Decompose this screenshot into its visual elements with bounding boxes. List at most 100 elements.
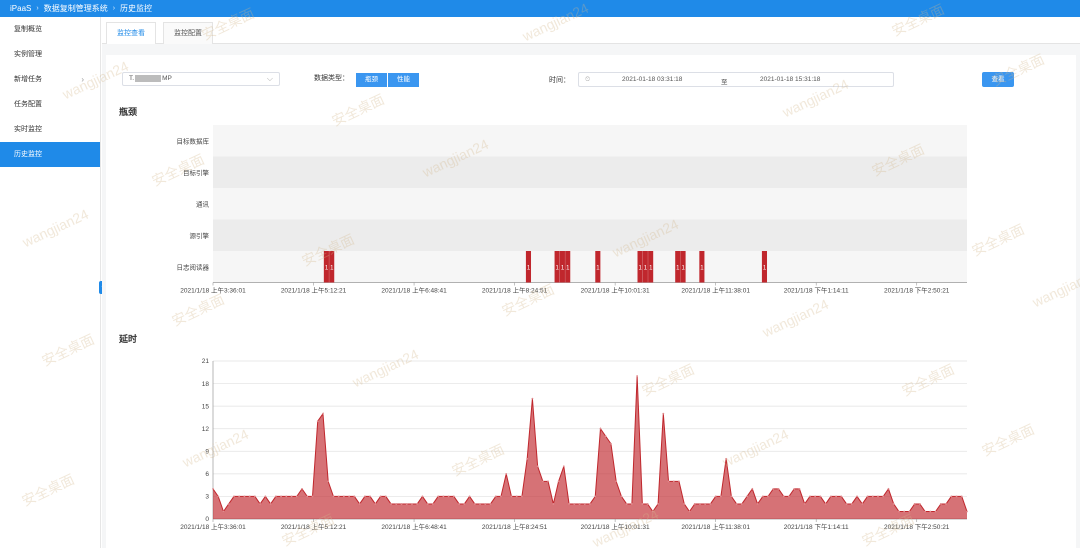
latency-data-point [343, 495, 345, 498]
latency-data-point [384, 495, 387, 498]
sidebar-item-label: 任务配置 [14, 101, 42, 108]
latency-y-tick-label: 9 [205, 448, 209, 455]
latency-data-point [913, 503, 916, 505]
latency-data-point [316, 420, 319, 423]
chevron-down-icon: ⌵ [266, 74, 273, 83]
latency-data-point [767, 495, 769, 498]
sidebar-item-history-monitor[interactable]: 历史监控 [0, 142, 100, 167]
latency-data-point [437, 495, 440, 498]
latency-data-point [494, 495, 497, 498]
sidebar-item-label: 历史监控 [14, 151, 42, 158]
latency-data-point [845, 503, 848, 505]
tab-bar: 监控查看 监控配置 [102, 17, 1080, 44]
bottleneck-type-button[interactable]: 瓶颈 [356, 73, 387, 87]
instance-select-prefix: T. [129, 75, 135, 82]
sidebar-item-realtime-monitor[interactable]: 实时监控 [0, 117, 100, 142]
latency-y-tick-label: 12 [202, 426, 210, 433]
latency-area-chart: 0 3 6 9 12 15 18 21 2021/1/18 上午3:36:01 2021/1/18… [180, 358, 968, 531]
latency-data-point [536, 465, 539, 468]
date-range-picker[interactable]: ⏲ 2021-01-18 03:31:18 至 2021-01-18 15:31… [578, 72, 894, 87]
sidebar-nav: 复制概览 实例管理 新增任务 › 任务配置 实时监控 历史监控 [0, 17, 101, 548]
latency-data-point [390, 503, 392, 505]
sidebar-item-new-task[interactable]: 新增任务 › [0, 67, 100, 92]
breadcrumb-separator-icon: › [36, 5, 39, 12]
latency-data-point [531, 397, 534, 400]
latency-data-point [861, 503, 864, 505]
latency-data-point [788, 495, 790, 498]
heatmap-row-band [213, 125, 967, 157]
sidebar-item-overview[interactable]: 复制概览 [0, 17, 100, 42]
latency-data-point [693, 503, 696, 505]
latency-data-point [405, 503, 408, 505]
latency-data-point [280, 495, 282, 498]
latency-y-tick-label: 21 [202, 358, 210, 365]
brand-label[interactable]: iPaaS [10, 4, 31, 13]
latency-x-tick-label: 2021/1/18 上午11:38:01 [681, 522, 750, 531]
latency-data-point [630, 503, 633, 505]
latency-data-point [850, 503, 853, 505]
latency-x-tick-label: 2021/1/18 下午1:14:11 [784, 522, 849, 531]
latency-x-tick-label: 2021/1/18 上午6:48:41 [381, 522, 447, 531]
tab-monitor-config[interactable]: 监控配置 [163, 22, 213, 44]
latency-data-point [892, 503, 895, 505]
latency-data-point [238, 495, 241, 498]
latency-data-point [521, 495, 523, 498]
latency-data-point [290, 495, 293, 498]
end-time-input[interactable]: 2021-01-18 15:31:18 [760, 76, 820, 83]
latency-data-point [379, 495, 382, 498]
latency-data-point [212, 488, 214, 490]
instance-select-suffix: MP [162, 75, 172, 82]
tab-monitor-view[interactable]: 监控查看 [106, 22, 156, 44]
heatmap-category-label: 目标数据库 [177, 136, 210, 145]
performance-type-button[interactable]: 性能 [388, 73, 419, 87]
sidebar-item-instances[interactable]: 实例管理 [0, 42, 100, 67]
latency-y-tick-label: 3 [205, 494, 209, 501]
sidebar-item-task-config[interactable]: 任务配置 [0, 92, 100, 117]
latency-data-point [840, 495, 843, 498]
latency-data-point [887, 488, 890, 490]
latency-data-point [746, 495, 748, 498]
start-time-input[interactable]: 2021-01-18 03:31:18 [622, 76, 682, 83]
latency-data-point [735, 503, 738, 505]
latency-data-point [547, 480, 550, 483]
latency-data-point [510, 495, 513, 498]
latency-data-point [227, 503, 230, 505]
sidebar-item-label: 新增任务 [14, 76, 42, 83]
latency-data-point [903, 510, 906, 513]
latency-data-point [761, 495, 764, 498]
latency-data-point [898, 510, 900, 513]
latency-x-tick-label: 2021/1/18 上午5:12:21 [281, 522, 347, 531]
latency-data-point [960, 495, 963, 498]
instance-select[interactable]: T. MP ⌵ [122, 72, 280, 86]
heatmap-x-tick-label: 2021/1/18 上午6:48:41 [381, 286, 447, 295]
heatmap-x-tick-label: 2021/1/18 上午8:24:51 [482, 286, 548, 295]
latency-data-point [253, 495, 256, 498]
latency-data-point [751, 488, 754, 490]
latency-data-point [306, 495, 309, 498]
latency-data-point [798, 488, 801, 490]
latency-data-point [871, 495, 874, 498]
latency-data-point [285, 495, 288, 498]
latency-data-point [301, 488, 303, 490]
latency-data-point [479, 503, 481, 505]
heatmap-category-label: 日志阅读器 [177, 262, 210, 271]
latency-data-point [620, 495, 623, 498]
latency-data-point [337, 495, 340, 498]
range-separator: 至 [721, 79, 728, 86]
latency-data-point [526, 457, 529, 460]
clock-icon: ⏲ [585, 76, 591, 83]
breadcrumb-system[interactable]: 数据复制管理系统 [44, 3, 108, 14]
latency-data-point [515, 495, 518, 498]
latency-data-point [709, 503, 712, 505]
latency-data-point [274, 495, 277, 498]
latency-data-point [332, 495, 335, 498]
latency-data-point [782, 495, 785, 498]
query-button[interactable]: 查看 [982, 72, 1014, 87]
latency-data-point [468, 495, 471, 498]
latency-data-point [641, 503, 644, 505]
latency-x-tick-label: 2021/1/18 上午3:36:01 [180, 522, 246, 531]
latency-data-point [416, 503, 419, 505]
latency-area-fill [213, 376, 967, 519]
data-type-label: 数据类型： [314, 75, 349, 82]
latency-data-point [908, 510, 911, 513]
